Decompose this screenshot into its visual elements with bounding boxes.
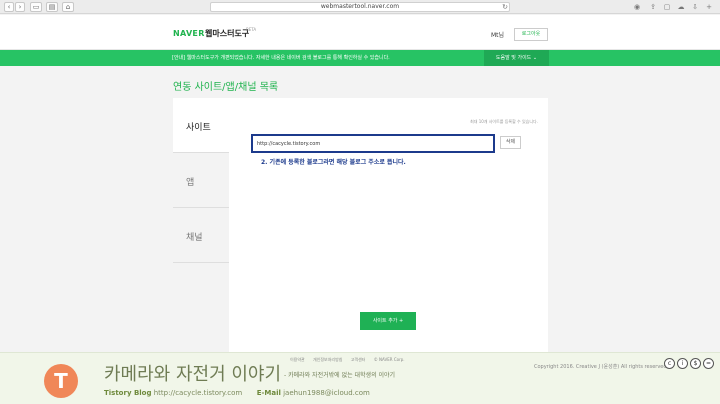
blog-contact-line: Tistory Blog http://cacycle.tistory.com … [104, 389, 370, 397]
cc-nc-icon: $ [690, 358, 701, 369]
cc-icon: c [664, 358, 675, 369]
tabs-icon[interactable]: ▢ [662, 2, 672, 12]
badge-letter: T [54, 369, 68, 393]
cloud-icon[interactable]: ☁ [676, 2, 686, 12]
tab-site[interactable]: 사이트 [173, 98, 229, 153]
back-button[interactable]: ‹ [4, 2, 14, 12]
site-content: 최대 10개 사이트를 등록할 수 있습니다. 삭제 2. 기존에 등록한 블로… [229, 98, 548, 356]
delete-button[interactable]: 삭제 [500, 136, 521, 149]
user-link[interactable]: Mt님 [491, 30, 504, 39]
naver-logo[interactable]: NAVER [173, 29, 205, 38]
footer-link-support[interactable]: 고객센터 [351, 357, 366, 362]
tab-app-label: 앱 [186, 178, 195, 188]
annotation-text: 2. 기존에 등록한 블로그라면 해당 블로그 주소로 뜹니다. [261, 159, 406, 166]
new-tab-icon[interactable]: + [704, 2, 714, 12]
tab-app[interactable]: 앱 [173, 153, 229, 208]
logout-button[interactable]: 로그아웃 [514, 28, 548, 41]
tab-channel[interactable]: 채널 [173, 208, 229, 263]
site-url-input[interactable] [251, 134, 495, 153]
footer-link-terms[interactable]: 이용약관 [290, 357, 305, 362]
home-button[interactable]: ⌂ [62, 2, 74, 12]
sidebar-button[interactable]: ▭ [30, 2, 42, 12]
blog-title: 카메라와 자전거 이야기 [104, 364, 282, 385]
main-panel: 사이트 앱 채널 최대 10개 사이트를 등록할 수 있습니다. 삭제 2. 기… [173, 98, 548, 356]
tab-site-label: 사이트 [186, 123, 211, 133]
tab-channel-label: 채널 [186, 233, 203, 243]
beta-label: BETA [246, 27, 257, 32]
guide-dropdown-button[interactable]: 도움말 및 가이드 ⌄ [484, 50, 549, 66]
cc-by-icon: i [677, 358, 688, 369]
site-header: NAVER 웹마스터도구 BETA Mt님 로그아웃 [0, 15, 720, 50]
download-icon[interactable]: ⇩ [690, 2, 700, 12]
notice-text: [안내] 웹마스터도구가 개편되었습니다. 자세한 내용은 네이버 검색 블로그… [172, 55, 390, 61]
notice-bar: [안내] 웹마스터도구가 개편되었습니다. 자세한 내용은 네이버 검색 블로그… [0, 50, 720, 66]
share-button[interactable]: ▤ [46, 2, 58, 12]
share-icon[interactable]: ⇪ [648, 2, 658, 12]
browser-toolbar: ‹ › ▭ ▤ ⌂ webmastertool.naver.com ↻ ◉ ⇪ … [0, 0, 720, 14]
tistory-badge-icon: T [44, 364, 78, 398]
hint-text: 최대 10개 사이트를 등록할 수 있습니다. [470, 119, 538, 124]
footer-links: 이용약관 개인정보처리방침 고객센터 © NAVER Corp. [290, 357, 412, 365]
address-bar[interactable]: webmastertool.naver.com [210, 2, 510, 12]
footer-link-privacy[interactable]: 개인정보처리방침 [313, 357, 342, 362]
email-address: jaehun1988@icloud.com [283, 389, 370, 397]
page-title: 연동 사이트/앱/채널 목록 [173, 82, 279, 93]
extension-icon[interactable]: ◉ [632, 2, 642, 12]
footer-copyright: © NAVER Corp. [373, 357, 405, 362]
service-name[interactable]: 웹마스터도구 [205, 28, 249, 39]
forward-button[interactable]: › [15, 2, 25, 12]
side-tabs: 사이트 앱 채널 [173, 98, 229, 356]
blog-label: Tistory Blog [104, 389, 152, 397]
cc-nd-icon: = [703, 358, 714, 369]
reload-icon[interactable]: ↻ [500, 2, 510, 12]
email-label: E-Mail [256, 389, 281, 397]
add-site-button[interactable]: 사이트 추가 + [360, 312, 416, 330]
copyright-text: Copyright 2016. Creative J (윤성훈) All rig… [534, 364, 669, 370]
blog-subtitle: - 카메라와 자전거밖에 없는 대학생의 이야기 [284, 372, 396, 379]
blog-url: http://cacycle.tistory.com [153, 389, 243, 397]
